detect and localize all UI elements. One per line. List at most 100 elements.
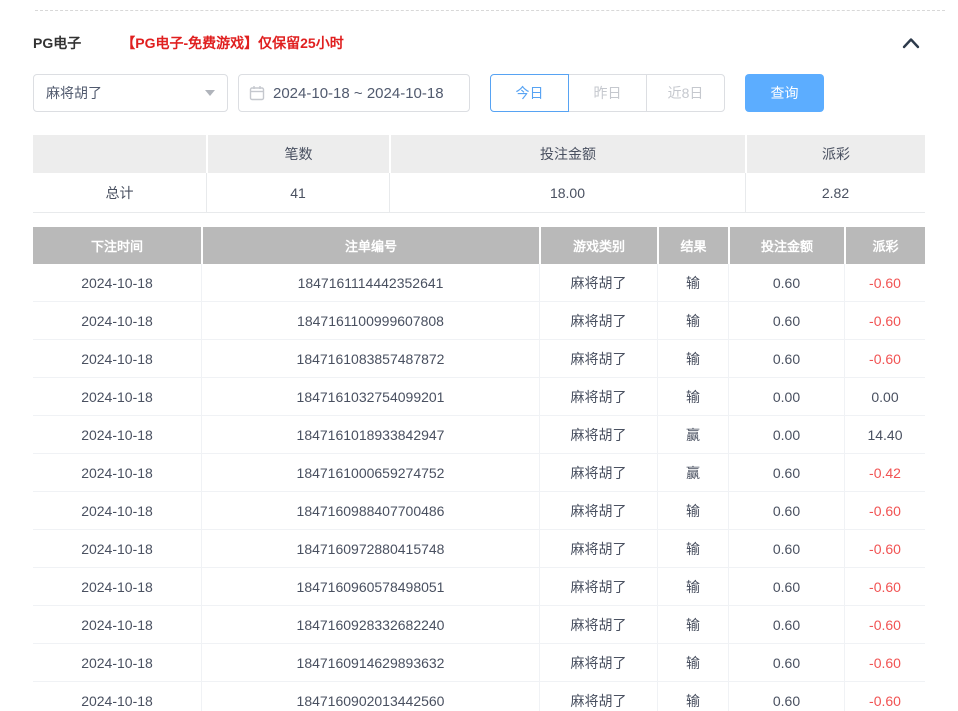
bet-row: 2024-10-181847160988407700486麻将胡了输0.60-0… (33, 492, 925, 530)
quick-filter-group: 今日昨日近8日 (490, 74, 725, 112)
payout-cell: -0.60 (844, 530, 925, 568)
bet-amount-cell: 0.60 (728, 606, 844, 644)
bet-row: 2024-10-181847160902013442560麻将胡了输0.60-0… (33, 682, 925, 711)
payout-cell: -0.60 (844, 492, 925, 530)
result-cell: 赢 (657, 416, 728, 454)
bet-row: 2024-10-181847161032754099201麻将胡了输0.000.… (33, 378, 925, 416)
bet-amount-cell: 0.60 (728, 568, 844, 606)
summary-total-bet-amount: 18.00 (389, 173, 745, 213)
summary-table: 笔数 投注金额 派彩 总计 41 18.00 2.82 (33, 135, 925, 213)
calendar-icon (249, 85, 265, 101)
bet-date-cell: 2024-10-18 (33, 568, 201, 606)
bet-amount-cell: 0.60 (728, 530, 844, 568)
result-cell: 输 (657, 682, 728, 711)
bet-date-cell: 2024-10-18 (33, 682, 201, 711)
order-no-cell: 1847160928332682240 (201, 606, 539, 644)
bet-date-cell: 2024-10-18 (33, 530, 201, 568)
bet-date-cell: 2024-10-18 (33, 644, 201, 682)
bet-amount-cell: 0.60 (728, 644, 844, 682)
game-type-cell: 麻将胡了 (539, 340, 657, 378)
order-no-cell: 1847161114442352641 (201, 264, 539, 302)
bet-amount-cell: 0.00 (728, 378, 844, 416)
order-no-cell: 1847161018933842947 (201, 416, 539, 454)
bet-amount-cell: 0.60 (728, 682, 844, 711)
bet-date-cell: 2024-10-18 (33, 416, 201, 454)
game-type-cell: 麻将胡了 (539, 682, 657, 711)
bet-amount-cell: 0.60 (728, 454, 844, 492)
result-cell: 输 (657, 264, 728, 302)
bet-header-bet-amount: 投注金额 (728, 227, 844, 264)
bet-amount-cell: 0.60 (728, 492, 844, 530)
bet-date-cell: 2024-10-18 (33, 378, 201, 416)
bet-date-cell: 2024-10-18 (33, 302, 201, 340)
game-type-cell: 麻将胡了 (539, 378, 657, 416)
result-cell: 输 (657, 530, 728, 568)
bet-date-cell: 2024-10-18 (33, 454, 201, 492)
bet-header-game-type: 游戏类别 (539, 227, 657, 264)
payout-cell: -0.42 (844, 454, 925, 492)
bet-row: 2024-10-181847161018933842947麻将胡了赢0.0014… (33, 416, 925, 454)
result-cell: 输 (657, 606, 728, 644)
date-range-value: 2024-10-18 ~ 2024-10-18 (273, 85, 444, 102)
game-type-cell: 麻将胡了 (539, 530, 657, 568)
result-cell: 输 (657, 302, 728, 340)
payout-cell: -0.60 (844, 568, 925, 606)
chevron-up-icon (902, 37, 920, 49)
order-no-cell: 1847161000659274752 (201, 454, 539, 492)
bet-header-time: 下注时间 (33, 227, 201, 264)
filter-bar: 麻将胡了 2024-10-18 ~ 2024-10-18 今日昨日近8日 查询 (33, 74, 925, 112)
game-type-cell: 麻将胡了 (539, 644, 657, 682)
date-range-input[interactable]: 2024-10-18 ~ 2024-10-18 (238, 74, 470, 112)
game-type-cell: 麻将胡了 (539, 492, 657, 530)
promo-notice: 【PG电子-免费游戏】仅保留25小时 (121, 33, 343, 53)
pg-panel: PG电子 【PG电子-免费游戏】仅保留25小时 麻将胡了 2024-10-18 … (0, 32, 958, 711)
summary-total-count: 41 (206, 173, 389, 213)
bet-header-payout: 派彩 (844, 227, 925, 264)
summary-header-payout: 派彩 (745, 135, 925, 173)
result-cell: 输 (657, 644, 728, 682)
payout-cell: -0.60 (844, 302, 925, 340)
panel-header: PG电子 【PG电子-免费游戏】仅保留25小时 (33, 32, 925, 54)
bet-row: 2024-10-181847160972880415748麻将胡了输0.60-0… (33, 530, 925, 568)
top-dashed-divider (35, 10, 945, 11)
bet-row: 2024-10-181847161114442352641麻将胡了输0.60-0… (33, 264, 925, 302)
bet-date-cell: 2024-10-18 (33, 340, 201, 378)
order-no-cell: 1847160960578498051 (201, 568, 539, 606)
collapse-button[interactable] (897, 32, 925, 54)
order-no-cell: 1847161032754099201 (201, 378, 539, 416)
order-no-cell: 1847161083857487872 (201, 340, 539, 378)
bet-row: 2024-10-181847160928332682240麻将胡了输0.60-0… (33, 606, 925, 644)
game-select-value: 麻将胡了 (46, 83, 102, 103)
quick-filter-button-2[interactable]: 昨日 (568, 74, 647, 112)
bet-amount-cell: 0.60 (728, 264, 844, 302)
chevron-down-icon (205, 90, 215, 96)
summary-total-row: 总计 41 18.00 2.82 (33, 173, 925, 213)
bet-row: 2024-10-181847160914629893632麻将胡了输0.60-0… (33, 644, 925, 682)
order-no-cell: 1847161100999607808 (201, 302, 539, 340)
bet-row: 2024-10-181847161000659274752麻将胡了赢0.60-0… (33, 454, 925, 492)
quick-filter-button-1[interactable]: 今日 (490, 74, 569, 112)
query-button[interactable]: 查询 (745, 74, 824, 112)
summary-total-label: 总计 (33, 173, 206, 213)
summary-header-count: 笔数 (206, 135, 389, 173)
game-type-cell: 麻将胡了 (539, 264, 657, 302)
bet-records-table: 下注时间 注单编号 游戏类别 结果 投注金额 派彩 2024-10-181847… (33, 227, 925, 711)
result-cell: 赢 (657, 454, 728, 492)
payout-cell: -0.60 (844, 340, 925, 378)
bet-row: 2024-10-181847161083857487872麻将胡了输0.60-0… (33, 340, 925, 378)
quick-filter-button-3[interactable]: 近8日 (646, 74, 725, 112)
payout-cell: -0.60 (844, 606, 925, 644)
bet-row: 2024-10-181847160960578498051麻将胡了输0.60-0… (33, 568, 925, 606)
game-select[interactable]: 麻将胡了 (33, 74, 228, 112)
order-no-cell: 1847160988407700486 (201, 492, 539, 530)
result-cell: 输 (657, 340, 728, 378)
order-no-cell: 1847160902013442560 (201, 682, 539, 711)
page-title: PG电子 (33, 33, 81, 53)
bet-amount-cell: 0.60 (728, 302, 844, 340)
payout-cell: -0.60 (844, 644, 925, 682)
bet-header-result: 结果 (657, 227, 728, 264)
summary-header-bet-amount: 投注金额 (389, 135, 745, 173)
result-cell: 输 (657, 568, 728, 606)
game-type-cell: 麻将胡了 (539, 454, 657, 492)
order-no-cell: 1847160972880415748 (201, 530, 539, 568)
